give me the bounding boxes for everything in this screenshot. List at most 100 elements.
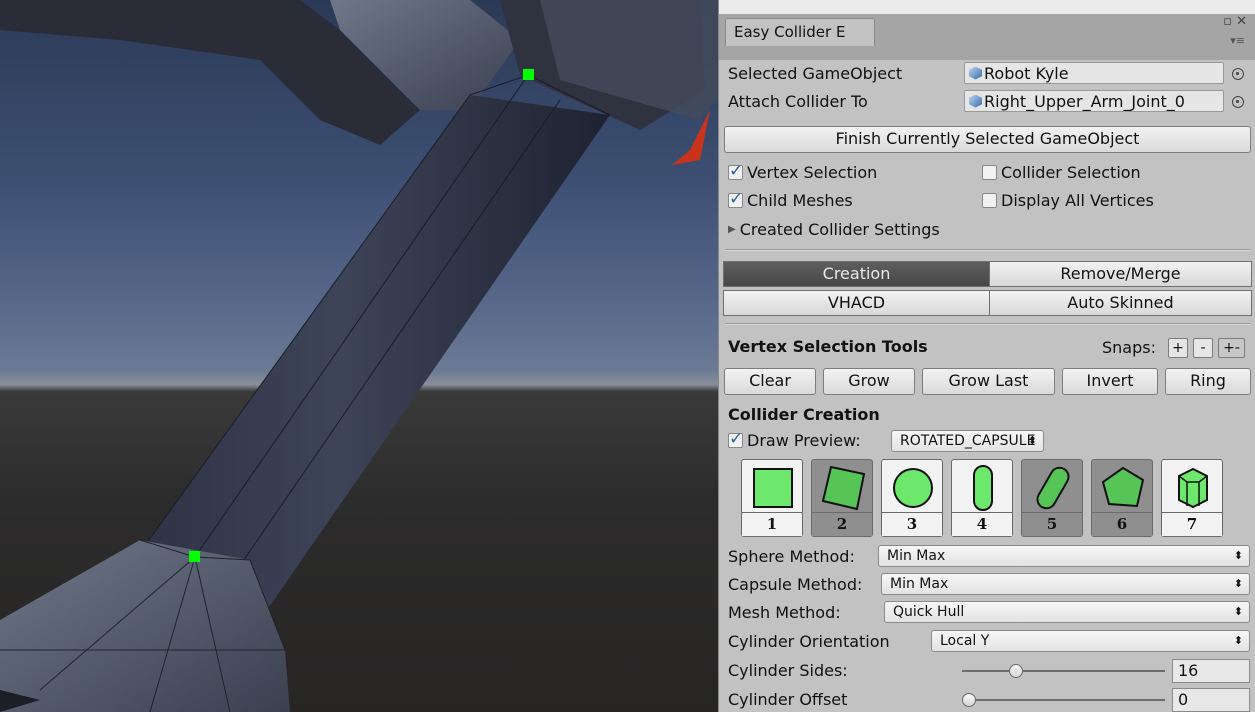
cylinder-sides-slider-thumb[interactable] [1009, 664, 1024, 678]
mesh-method-row: Mesh Method: [728, 600, 841, 624]
display-all-vertices-checkbox[interactable] [982, 193, 997, 208]
clear-button[interactable]: Clear [724, 368, 816, 395]
attach-collider-label: Attach Collider To [728, 91, 868, 111]
convex-mesh-collider-button[interactable]: 6 [1091, 459, 1153, 537]
snap-add-button[interactable]: + [1168, 338, 1188, 358]
dropdown-arrow-icon: ⬍ [1233, 605, 1243, 618]
vertex-selection-label: Vertex Selection [747, 163, 878, 182]
shape-number: 7 [1162, 512, 1222, 536]
preview-type-value: ROTATED_CAPSULE [900, 433, 1036, 449]
shape-number: 4 [952, 512, 1012, 536]
sphere-collider-button[interactable]: 3 [881, 459, 943, 537]
rotated-box-collider-button[interactable]: 2 [811, 459, 873, 537]
tab-creation[interactable]: Creation [723, 261, 990, 287]
capsule-collider-button[interactable]: 4 [951, 459, 1013, 537]
capsule-icon [973, 465, 993, 511]
mesh-method-dropdown[interactable]: Quick Hull ⬍ [884, 601, 1250, 623]
convex-mesh-icon [1101, 466, 1145, 508]
gameobject-cube-icon [969, 94, 982, 108]
cylinder-offset-slider-track[interactable] [962, 699, 1165, 701]
foldout-label: Created Collider Settings [739, 220, 940, 239]
display-all-vertices-toggle[interactable]: Display All Vertices [982, 191, 1154, 210]
selected-gameobject-row: Selected GameObject [728, 61, 902, 85]
selected-gameobject-label: Selected GameObject [728, 63, 903, 83]
maximize-icon[interactable]: ▫ [1223, 14, 1232, 29]
cylinder-offset-slider-thumb[interactable] [962, 693, 976, 707]
sphere-method-row: Sphere Method: [728, 544, 855, 568]
capsule-method-dropdown[interactable]: Min Max ⬍ [881, 573, 1250, 595]
tab-vhacd[interactable]: VHACD [723, 290, 990, 316]
grow-button[interactable]: Grow [823, 368, 915, 395]
collider-creation-heading: Collider Creation [728, 404, 880, 424]
menu-icon[interactable]: ▾≡ [1230, 34, 1245, 47]
tab-auto-skinned[interactable]: Auto Skinned [989, 290, 1252, 316]
shape-number: 6 [1092, 512, 1152, 536]
box-collider-button[interactable]: 1 [741, 459, 803, 537]
dropdown-arrow-icon: ⬍ [1027, 434, 1037, 447]
collider-selection-toggle[interactable]: Collider Selection [982, 163, 1141, 182]
attach-collider-row: Attach Collider To [728, 89, 868, 113]
cylinder-sides-input[interactable]: 16 [1172, 659, 1250, 683]
selected-gameobject-field[interactable]: Robot Kyle [964, 62, 1224, 84]
attach-collider-field[interactable]: Right_Upper_Arm_Joint_0 [964, 90, 1224, 112]
attach-collider-value: Right_Upper_Arm_Joint_0 [984, 91, 1185, 111]
title-strip [719, 0, 1255, 14]
divider [725, 323, 1250, 325]
cylinder-offset-input[interactable]: 0 [1172, 688, 1250, 712]
collider-selection-label: Collider Selection [1001, 163, 1141, 182]
selected-vertex-marker [523, 69, 534, 80]
preview-type-dropdown[interactable]: ROTATED_CAPSULE ⬍ [891, 430, 1044, 452]
mesh-method-label: Mesh Method: [728, 602, 841, 622]
cylinder-icon [1178, 467, 1208, 509]
display-all-vertices-label: Display All Vertices [1001, 191, 1154, 210]
object-picker-icon[interactable] [1232, 68, 1244, 80]
draw-preview-toggle[interactable]: Draw Preview: [728, 429, 861, 450]
vertex-selection-tools-heading: Vertex Selection Tools [728, 336, 928, 356]
scene-viewport[interactable] [0, 0, 718, 712]
rotated-capsule-icon [1036, 466, 1070, 510]
collider-selection-checkbox[interactable] [982, 165, 997, 180]
cylinder-sides-row: Cylinder Sides: [728, 658, 848, 682]
vertex-selection-checkbox[interactable] [728, 161, 743, 181]
child-meshes-label: Child Meshes [747, 191, 853, 210]
capsule-method-row: Capsule Method: [728, 572, 862, 596]
shape-number: 2 [812, 512, 872, 536]
snap-remove-button[interactable]: - [1193, 338, 1213, 358]
foldout-arrow-icon: ▶ [728, 224, 736, 235]
created-collider-settings-foldout[interactable]: ▶ Created Collider Settings [728, 220, 940, 239]
sphere-method-dropdown[interactable]: Min Max ⬍ [878, 545, 1250, 567]
dropdown-arrow-icon: ⬍ [1233, 577, 1243, 590]
draw-preview-checkbox[interactable] [728, 429, 743, 449]
selected-gameobject-value: Robot Kyle [984, 63, 1069, 83]
window-buttons: ▫ ✕ [1223, 14, 1247, 29]
cylinder-sides-slider-track[interactable] [962, 670, 1165, 672]
vertex-selection-toggle[interactable]: Vertex Selection [728, 161, 878, 182]
object-picker-icon[interactable] [1232, 96, 1244, 108]
child-meshes-checkbox[interactable] [728, 189, 743, 209]
finish-gameobject-button[interactable]: Finish Currently Selected GameObject [724, 126, 1251, 153]
cylinder-sides-label: Cylinder Sides: [728, 660, 848, 680]
dropdown-arrow-icon: ⬍ [1233, 634, 1243, 647]
easy-collider-editor-panel: Easy Collider E ▫ ✕ ▾≡ Selected GameObje… [718, 0, 1255, 712]
cylinder-orientation-value: Local Y [940, 633, 990, 649]
cylinder-collider-button[interactable]: 7 [1161, 459, 1223, 537]
rotated-capsule-collider-button[interactable]: 5 [1021, 459, 1083, 537]
vertex-tools-header-row: Vertex Selection Tools [728, 334, 928, 358]
invert-button[interactable]: Invert [1062, 368, 1158, 395]
child-meshes-toggle[interactable]: Child Meshes [728, 189, 853, 210]
cylinder-offset-row: Cylinder Offset [728, 687, 847, 711]
cylinder-orientation-dropdown[interactable]: Local Y ⬍ [931, 630, 1250, 652]
shape-number: 5 [1022, 512, 1082, 536]
close-icon[interactable]: ✕ [1236, 14, 1247, 29]
draw-preview-label: Draw Preview: [747, 431, 861, 450]
capsule-method-value: Min Max [890, 576, 949, 592]
shape-number: 1 [742, 512, 802, 536]
ring-button[interactable]: Ring [1165, 368, 1251, 395]
snap-toggle-button[interactable]: +- [1218, 338, 1245, 358]
cylinder-orientation-label: Cylinder Orientation [728, 631, 890, 651]
grow-last-button[interactable]: Grow Last [922, 368, 1055, 395]
shape-number: 3 [882, 512, 942, 536]
tab-easy-collider-editor[interactable]: Easy Collider E [725, 18, 875, 46]
tab-remove-merge[interactable]: Remove/Merge [989, 261, 1252, 287]
sphere-icon [893, 468, 933, 508]
